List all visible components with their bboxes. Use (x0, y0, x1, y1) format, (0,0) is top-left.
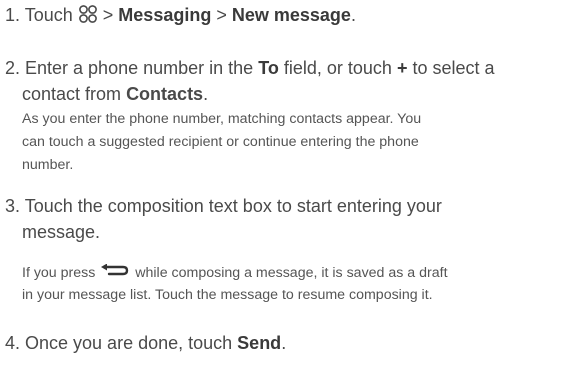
contacts-label: Contacts (126, 84, 204, 104)
step-2-text-d: contact from (22, 84, 122, 104)
step-1-text: 1. Touch (5, 5, 73, 25)
step-1: 1. Touch > Messaging > New message. (5, 2, 356, 31)
apps-grid-icon (78, 4, 98, 31)
step-2-line-1: 2. Enter a phone number in the To field,… (5, 55, 495, 81)
step-4: 4. Once you are done, touch Send. (5, 330, 286, 356)
step-3-note-line-1: If you press while composing a message, … (22, 261, 448, 285)
period: . (203, 84, 209, 104)
step-2-note-line-3: number. (22, 157, 74, 173)
step-2-note-line-1: As you enter the phone number, matching … (22, 111, 422, 127)
step-3-note-text-b: while composing a message, it is saved a… (135, 265, 448, 281)
back-arrow-icon (99, 261, 131, 284)
step-4-text: 4. Once you are done, touch (5, 333, 233, 353)
step-3-line-2: message. (22, 222, 101, 242)
separator: > (102, 5, 114, 25)
new-message-label: New message (231, 5, 351, 25)
plus-icon: + (396, 58, 408, 78)
period: . (350, 5, 356, 25)
messaging-label: Messaging (118, 5, 212, 25)
step-3-line-1: 3. Touch the composition text box to sta… (5, 196, 442, 216)
step-2-line-2: contact from Contacts. (22, 81, 208, 107)
to-field-label: To (258, 58, 279, 78)
instructions-page: 1. Touch > Messaging > New message. 2. E… (0, 0, 572, 369)
send-label: Send (237, 333, 282, 353)
period: . (281, 333, 287, 353)
step-3-note-line-2: in your message list. Touch the message … (22, 287, 433, 303)
step-2-text-a: 2. Enter a phone number in the (5, 58, 254, 78)
step-3-note-text-a: If you press (22, 265, 96, 281)
step-2-text-b: field, or touch (283, 58, 392, 78)
step-2-text-c: to select a (412, 58, 495, 78)
step-2-note-line-2: can touch a suggested recipient or conti… (22, 134, 419, 150)
separator: > (216, 5, 227, 25)
